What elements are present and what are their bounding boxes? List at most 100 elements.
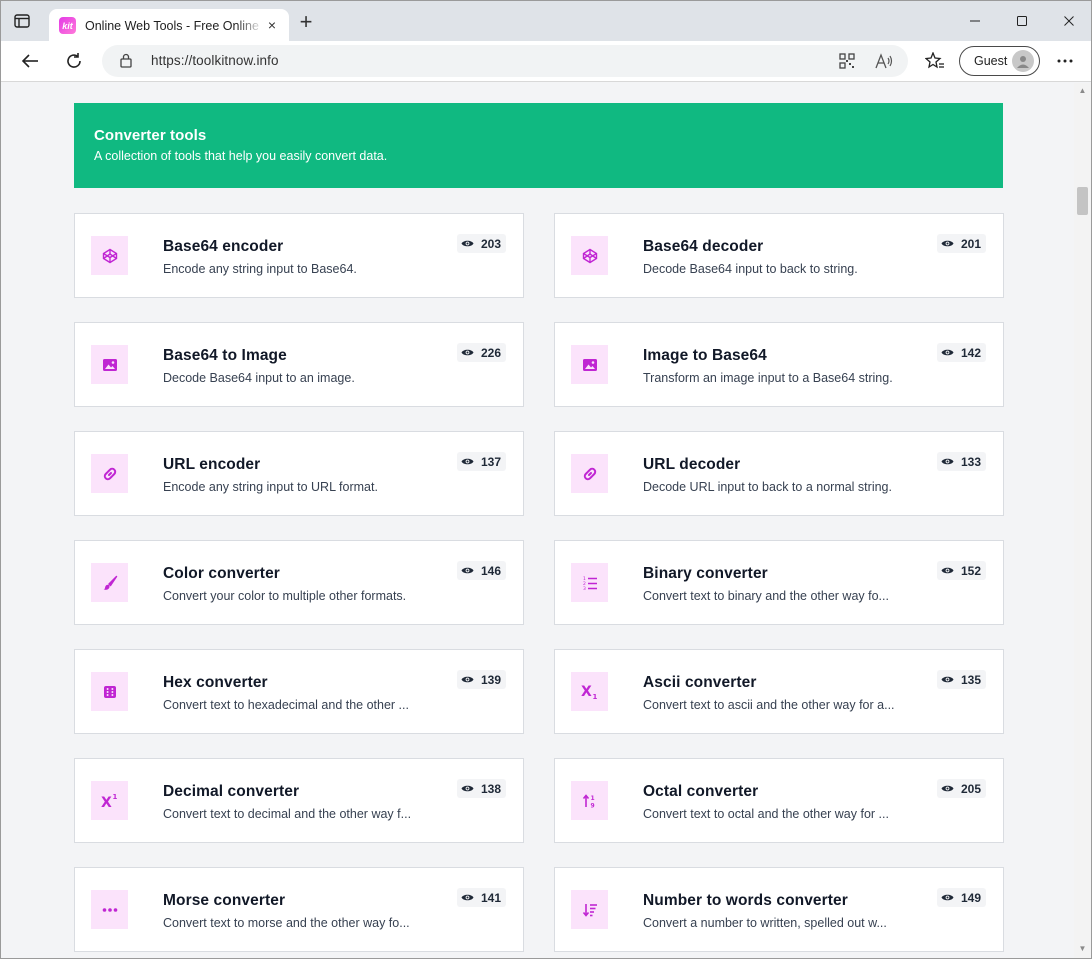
tool-card[interactable]: X 1 Decimal converter Convert text to decim… [74, 758, 524, 843]
view-count-badge: 137 [456, 452, 506, 471]
sort-descending-icon [571, 890, 608, 929]
tool-card[interactable]: Base64 to Image Decode Base64 input to an… [74, 322, 524, 407]
view-count-badge: 135 [936, 670, 986, 689]
svg-text:X: X [101, 795, 112, 809]
view-count-badge: 133 [936, 452, 986, 471]
view-count: 226 [480, 345, 501, 360]
plus-icon[interactable]: + [295, 11, 317, 34]
eye-icon [461, 675, 481, 684]
close-window-icon[interactable] [1057, 9, 1081, 33]
url-text[interactable]: https://toolkitnow.info [151, 53, 279, 68]
back-arrow-icon[interactable] [16, 47, 44, 75]
view-count: 201 [960, 236, 981, 251]
tab-actions-icon[interactable] [11, 11, 33, 31]
tool-title: Color converter [163, 565, 280, 582]
tool-title: Number to words converter [643, 892, 848, 909]
refresh-icon[interactable] [60, 47, 88, 75]
tool-description: Convert text to hexadecimal and the othe… [163, 698, 409, 712]
tool-card[interactable]: Number to words converter Convert a numbe… [554, 867, 1004, 952]
qr-code-icon[interactable] [838, 52, 856, 70]
tool-title: Binary converter [643, 565, 768, 582]
codepen-icon [571, 236, 608, 275]
view-count-badge: 205 [936, 779, 986, 798]
tool-description: Encode any string input to Base64. [163, 262, 357, 276]
section-title: Converter tools [94, 127, 207, 144]
close-icon[interactable]: × [265, 18, 279, 32]
tool-title: Ascii converter [643, 674, 757, 691]
tool-card[interactable]: Base64 decoder Decode Base64 input to bac… [554, 213, 1004, 298]
favorites-star-icon[interactable] [921, 47, 949, 75]
tool-card[interactable]: Image to Base64 Transform an image input … [554, 322, 1004, 407]
site-favicon-icon: kit [59, 17, 76, 34]
svg-text:1: 1 [112, 793, 117, 801]
more-dots-icon[interactable] [1051, 47, 1079, 75]
image-icon [571, 345, 608, 384]
tool-title: Octal converter [643, 783, 759, 800]
profile-label: Guest [974, 54, 1008, 68]
eye-icon [461, 566, 481, 575]
tool-card[interactable]: X 1 Ascii converter Convert text to ascii a… [554, 649, 1004, 734]
tool-card[interactable]: Morse converter Convert text to morse and… [74, 867, 524, 952]
tool-card[interactable]: 1 2 3 Binary converter Convert text to binar… [554, 540, 1004, 625]
tool-card[interactable]: URL encoder Encode any string input to UR… [74, 431, 524, 516]
tool-card[interactable]: Base64 encoder Encode any string input to… [74, 213, 524, 298]
browser-window: kit Online Web Tools - Free Online Tools… [0, 0, 1092, 959]
tab-title: Online Web Tools - Free Online Tools [85, 18, 263, 33]
tool-description: Decode URL input to back to a normal str… [643, 480, 892, 494]
tool-description: Encode any string input to URL format. [163, 480, 378, 494]
scroll-down-arrow-icon[interactable]: ▼ [1078, 945, 1087, 953]
page-viewport: Converter tools A collection of tools th… [1, 83, 1074, 958]
view-count: 146 [480, 563, 501, 578]
view-count: 205 [960, 781, 981, 796]
eye-icon [941, 457, 961, 466]
eye-icon [461, 457, 481, 466]
svg-text:X: X [581, 684, 592, 700]
link-icon [91, 454, 128, 493]
view-count: 138 [480, 781, 501, 796]
image-icon [91, 345, 128, 384]
profile-avatar-icon [1012, 50, 1034, 72]
tool-card[interactable]: URL decoder Decode URL input to back to a… [554, 431, 1004, 516]
view-count: 133 [960, 454, 981, 469]
paintbrush-icon [91, 563, 128, 602]
view-count: 142 [960, 345, 981, 360]
tool-card[interactable]: 1 9 Octal converter Convert text to octal a… [554, 758, 1004, 843]
maximize-icon[interactable] [1010, 9, 1034, 33]
view-count: 139 [480, 672, 501, 687]
tool-description: Convert text to decimal and the other wa… [163, 807, 412, 821]
view-count: 137 [480, 454, 501, 469]
address-bar[interactable]: https://toolkitnow.info [102, 45, 908, 77]
profile-button[interactable]: Guest [959, 46, 1040, 76]
eye-icon [461, 784, 481, 793]
tool-card[interactable]: Hex converter Convert text to hexadecimal… [74, 649, 524, 734]
view-count-badge: 149 [936, 888, 986, 907]
view-count-badge: 141 [456, 888, 506, 907]
svg-text:1: 1 [590, 795, 594, 802]
view-count-badge: 201 [936, 234, 986, 253]
tool-card[interactable]: Color converter Convert your color to mul… [74, 540, 524, 625]
tool-description: Convert text to morse and the other way … [163, 916, 410, 930]
lock-icon[interactable] [120, 53, 132, 73]
tool-description: Convert your color to multiple other for… [163, 589, 407, 603]
eye-icon [941, 348, 961, 357]
eye-icon [461, 893, 481, 902]
view-count-badge: 139 [456, 670, 506, 689]
minimize-icon[interactable] [963, 9, 987, 33]
svg-text:9: 9 [590, 802, 594, 809]
read-aloud-icon[interactable] [875, 52, 893, 70]
sort-numeric-icon: 19 [571, 781, 608, 820]
subscript-icon: X1 [571, 672, 608, 711]
scroll-up-arrow-icon[interactable]: ▲ [1078, 87, 1087, 95]
eye-icon [941, 566, 961, 575]
vertical-scrollbar[interactable]: ▲ ▼ [1074, 83, 1091, 958]
tool-title: Morse converter [163, 892, 286, 909]
tool-description: Convert text to octal and the other way … [643, 807, 889, 821]
scroll-thumb[interactable] [1077, 187, 1088, 215]
view-count-badge: 152 [936, 561, 986, 580]
view-count: 135 [960, 672, 981, 687]
browser-tab[interactable]: kit Online Web Tools - Free Online Tools… [49, 9, 289, 42]
view-count-badge: 203 [456, 234, 506, 253]
view-count-badge: 138 [456, 779, 506, 798]
codepen-icon [91, 236, 128, 275]
eye-icon [941, 893, 961, 902]
